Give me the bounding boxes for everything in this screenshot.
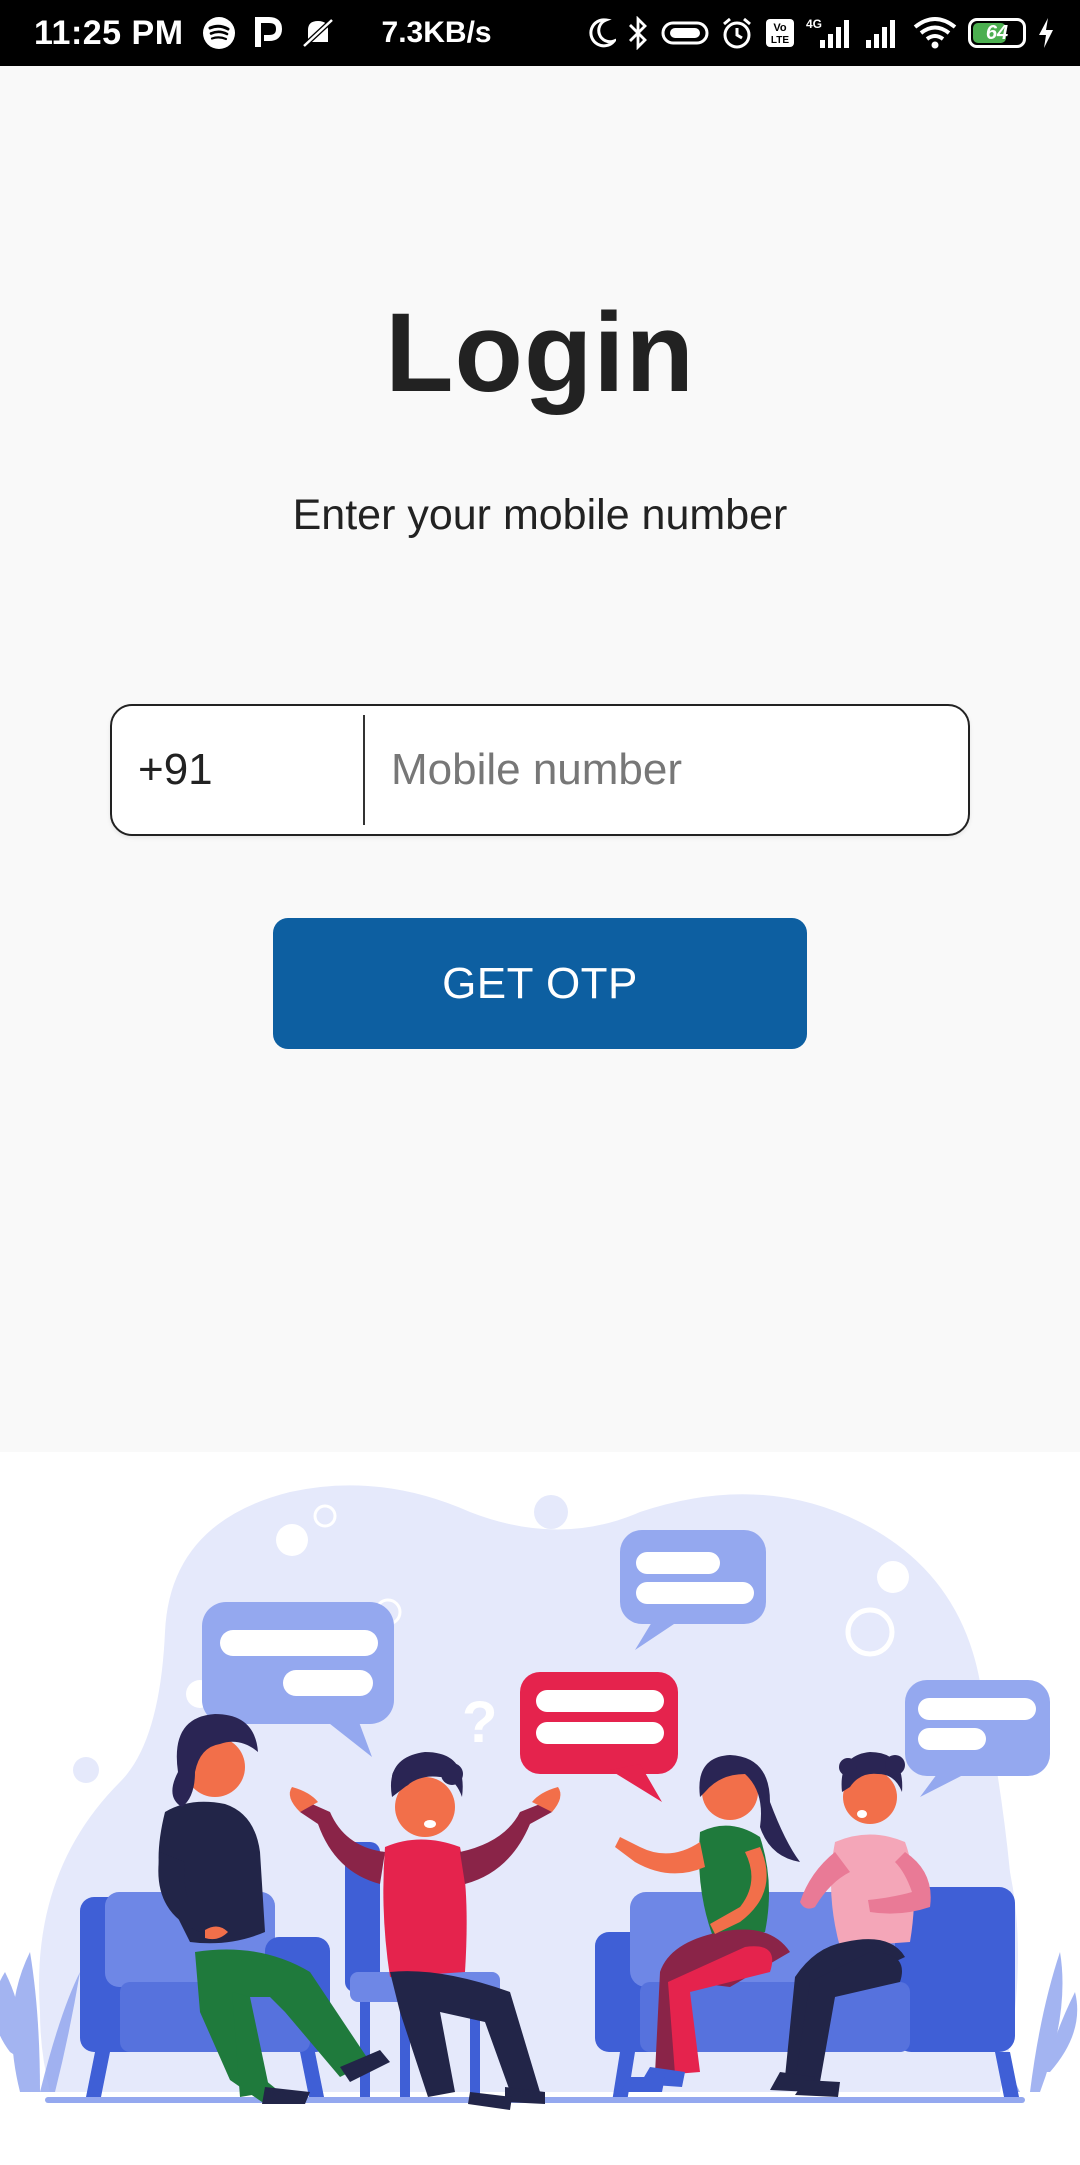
charging-icon: [1036, 16, 1056, 50]
svg-text:4G: 4G: [806, 17, 822, 31]
alarm-icon: [720, 16, 754, 50]
status-bar: 11:25 PM 7.3KB/s Vo LTE 4G 64: [0, 0, 1080, 66]
page-subtitle: Enter your mobile number: [292, 491, 788, 539]
mobile-number-input[interactable]: [365, 744, 968, 796]
signal-icon: [862, 16, 902, 50]
conversation-illustration: ?: [0, 1452, 1080, 2160]
svg-text:Vo: Vo: [773, 22, 787, 34]
mute-icon: [300, 16, 336, 50]
signal-icon: 4G: [806, 16, 852, 50]
wifi-icon: [912, 16, 958, 50]
bluetooth-icon: [626, 16, 650, 50]
decor-circle: [276, 1524, 308, 1556]
decor-circle: [73, 1757, 99, 1783]
country-code-selector[interactable]: +91: [112, 745, 363, 795]
net-speed: 7.3KB/s: [381, 16, 492, 49]
phone-number-field[interactable]: +91: [110, 704, 970, 836]
spotify-icon: [202, 16, 236, 50]
decor-circle: [534, 1495, 568, 1529]
decor-circle: [877, 1561, 909, 1593]
p-app-icon: [254, 17, 282, 49]
login-screen: Login Enter your mobile number +91 GET O…: [0, 66, 1080, 1452]
get-otp-button[interactable]: GET OTP: [273, 918, 807, 1049]
battery-level: 64: [985, 21, 1009, 44]
vibrate-icon: [660, 18, 710, 48]
svg-text:LTE: LTE: [771, 35, 789, 46]
question-mark-icon: ?: [462, 1690, 497, 1755]
page-title: Login: [385, 290, 695, 415]
moon-icon: [586, 17, 616, 49]
battery-icon: 64: [968, 18, 1026, 48]
status-time: 11:25 PM: [34, 13, 184, 52]
volte-icon: Vo LTE: [764, 17, 796, 49]
